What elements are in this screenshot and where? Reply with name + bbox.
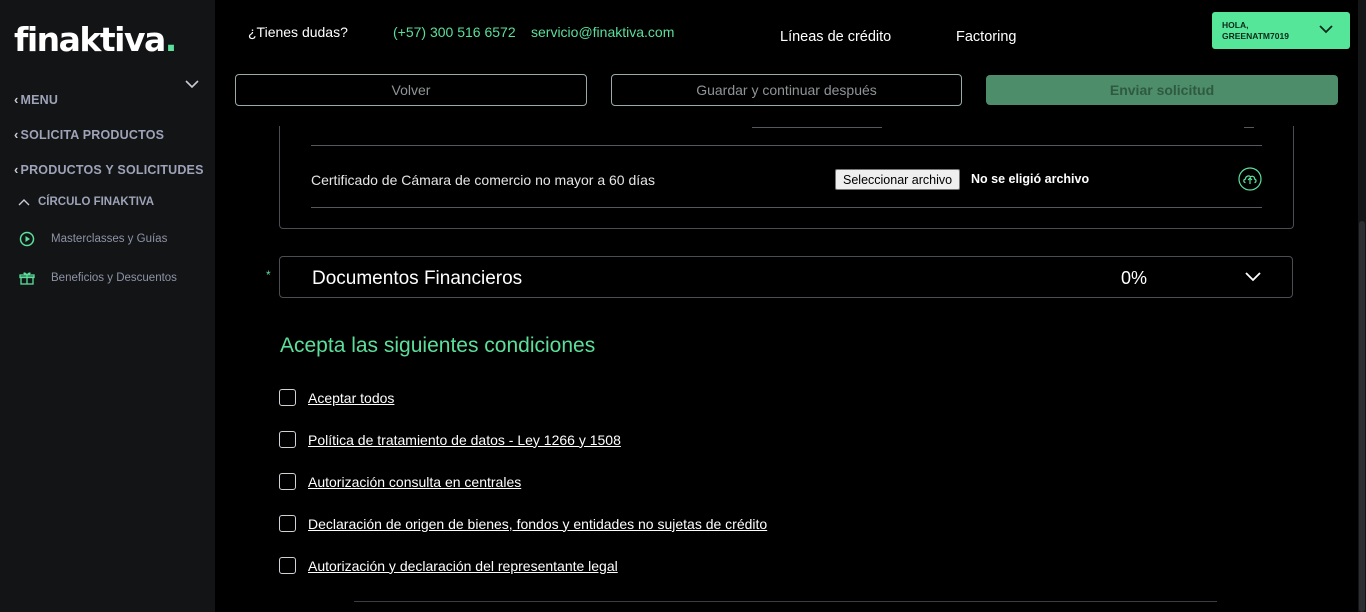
chevron-up-icon	[18, 199, 30, 206]
scrollbar-thumb[interactable]	[1359, 221, 1365, 612]
funds-origin-checkbox[interactable]	[279, 515, 296, 532]
select-file-button[interactable]: Seleccionar archivo	[835, 169, 961, 190]
chevron-down-icon	[1319, 25, 1333, 34]
sidebar-item-productos-solicitudes[interactable]: ‹ PRODUCTOS Y SOLICITUDES	[14, 162, 204, 177]
financial-documents-accordion[interactable]: Documentos Financieros 0%	[279, 256, 1293, 298]
accept-all-checkbox[interactable]	[279, 389, 296, 406]
condition-row: Autorización consulta en centrales	[279, 473, 521, 490]
back-button[interactable]: Volver	[235, 74, 587, 106]
divider	[752, 127, 882, 128]
credit-check-link[interactable]: Autorización consulta en centrales	[308, 474, 521, 490]
accept-all-link[interactable]: Aceptar todos	[308, 390, 394, 406]
conditions-title: Acepta las siguientes condiciones	[280, 334, 596, 357]
financial-documents-title: Documentos Financieros	[312, 268, 523, 289]
email-link[interactable]: servicio@finaktiva.com	[531, 24, 674, 40]
chevron-left-icon: ‹	[14, 162, 19, 177]
phone-link[interactable]: (+57) 300 516 6572	[393, 24, 516, 40]
sidebar-item-circulo-finaktiva[interactable]: CÍRCULO FINAKTIVA	[18, 196, 154, 208]
chevron-left-icon: ‹	[14, 92, 19, 107]
data-policy-link[interactable]: Política de tratamiento de datos - Ley 1…	[308, 432, 621, 448]
sidebar-item-beneficios[interactable]: Beneficios y Descuentos	[19, 270, 177, 286]
sidebar-item-label: Masterclasses y Guías	[51, 233, 168, 245]
data-policy-checkbox[interactable]	[279, 431, 296, 448]
sidebar-menu[interactable]: ‹ MENU	[14, 92, 58, 107]
credit-check-checkbox[interactable]	[279, 473, 296, 490]
condition-row: Aceptar todos	[279, 389, 394, 406]
send-request-button[interactable]: Enviar solicitud	[986, 75, 1338, 105]
finaktiva-logo[interactable]: finaktiva.	[14, 20, 178, 60]
play-circle-icon	[19, 231, 35, 247]
gift-icon	[19, 272, 35, 285]
required-asterisk: *	[266, 268, 271, 282]
divider	[311, 207, 1262, 208]
legal-rep-checkbox[interactable]	[279, 557, 296, 574]
divider	[1244, 127, 1254, 128]
nav-factoring[interactable]: Factoring	[956, 29, 1016, 45]
save-continue-button[interactable]: Guardar y continuar después	[611, 74, 962, 106]
divider	[311, 145, 1262, 146]
sidebar-item-masterclasses[interactable]: Masterclasses y Guías	[19, 231, 167, 247]
chevron-down-icon	[1245, 272, 1261, 282]
logo-dot: .	[164, 20, 178, 59]
user-menu-button[interactable]: HOLA, GREENATM7019	[1212, 12, 1350, 49]
sidebar-item-label: SOLICITA PRODUCTOS	[20, 127, 165, 142]
help-question: ¿Tienes dudas?	[248, 24, 348, 40]
sidebar-menu-label: MENU	[20, 92, 59, 107]
legal-rep-link[interactable]: Autorización y declaración del represent…	[308, 558, 618, 574]
sidebar-item-label: CÍRCULO FINAKTIVA	[38, 196, 155, 208]
financial-documents-percent: 0%	[1121, 268, 1148, 288]
cloud-upload-icon[interactable]	[1238, 167, 1262, 191]
file-status: No se eligió archivo	[971, 172, 1090, 186]
logo-text: finaktiva	[14, 20, 166, 59]
funds-origin-link[interactable]: Declaración de origen de bienes, fondos …	[308, 516, 767, 532]
user-greeting: HOLA, GREENATM7019	[1222, 20, 1289, 42]
condition-row: Declaración de origen de bienes, fondos …	[279, 515, 767, 532]
nav-lineas-credito[interactable]: Líneas de crédito	[780, 29, 891, 45]
user-greeting-line1: HOLA,	[1222, 20, 1249, 30]
certificate-label: Certificado de Cámara de comercio no may…	[311, 172, 655, 188]
chevron-down-icon[interactable]	[184, 78, 200, 90]
condition-row: Política de tratamiento de datos - Ley 1…	[279, 431, 621, 448]
sidebar-item-label: Beneficios y Descuentos	[51, 272, 177, 284]
sidebar-item-label: PRODUCTOS Y SOLICITUDES	[20, 162, 204, 177]
user-name: GREENATM7019	[1222, 31, 1289, 41]
condition-row: Autorización y declaración del represent…	[279, 557, 618, 574]
divider	[354, 601, 1217, 602]
chevron-left-icon: ‹	[14, 127, 19, 142]
sidebar-item-solicita-productos[interactable]: ‹ SOLICITA PRODUCTOS	[14, 127, 164, 142]
